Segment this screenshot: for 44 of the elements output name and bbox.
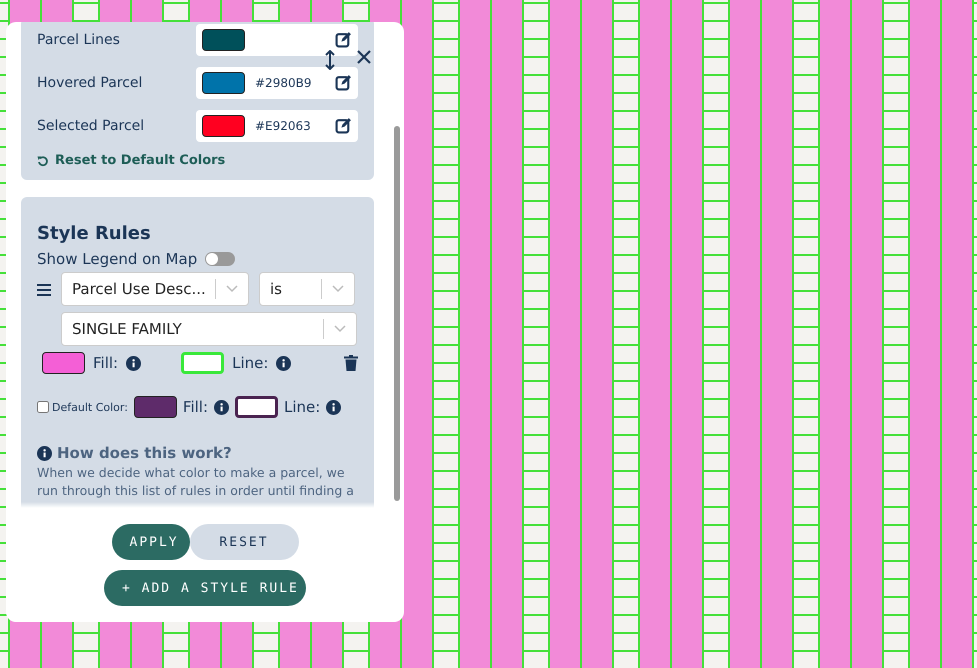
reset-colors-link[interactable]: Reset to Default Colors [37,153,226,168]
toggle-label: Show Legend on Map [37,250,198,268]
color-field[interactable]: #2980B9 [196,66,358,98]
color-label: Parcel Lines [37,32,120,48]
color-label: Selected Parcel [37,118,144,134]
help-text: When we decide what color to make a parcel, we run through this list of rules in order until finding a [37,464,355,500]
vertical-arrows-icon[interactable] [325,50,335,70]
edit-icon[interactable] [335,31,352,48]
color-label: Hovered Parcel [37,74,142,90]
apply-button[interactable]: APPLY [112,524,190,560]
reset-button[interactable]: RESET [190,524,298,560]
line-label: Line: [284,398,320,416]
chevron-down-icon [226,285,238,293]
value-select[interactable]: SINGLE FAMILY [61,312,357,346]
edit-icon[interactable] [335,117,352,134]
chevron-down-icon [332,285,344,293]
default-color-label: Default Color: [52,400,128,414]
line-label: Line: [232,354,268,372]
info-icon [326,400,342,414]
info-icon [276,356,292,370]
add-style-rule-button[interactable]: + ADD A STYLE RULE [104,570,306,606]
edit-icon[interactable] [335,74,352,91]
chevron-down-icon [334,325,346,333]
field-select[interactable]: Parcel Use Desc... [61,272,249,306]
legend-toggle[interactable] [205,252,236,266]
default-color-checkbox[interactable] [37,401,49,413]
line-swatch[interactable] [235,396,278,418]
fill-label: Fill: [93,354,118,372]
fill-label: Fill: [182,398,208,416]
color-field[interactable] [196,24,358,56]
close-icon[interactable] [357,50,371,64]
trash-icon[interactable] [344,355,358,371]
drag-handle-icon[interactable] [37,284,51,296]
info-icon [214,400,230,414]
section-title: Style Rules [37,223,152,244]
color-field[interactable]: #E92063 [196,110,358,142]
info-icon [37,446,52,460]
operator-select[interactable]: is [259,272,355,306]
fill-swatch[interactable] [42,352,85,374]
info-icon [126,356,142,370]
fill-swatch[interactable] [134,396,177,418]
help-title: How does this work? [57,444,232,462]
scrollbar[interactable] [394,126,400,501]
undo-icon [37,154,49,166]
